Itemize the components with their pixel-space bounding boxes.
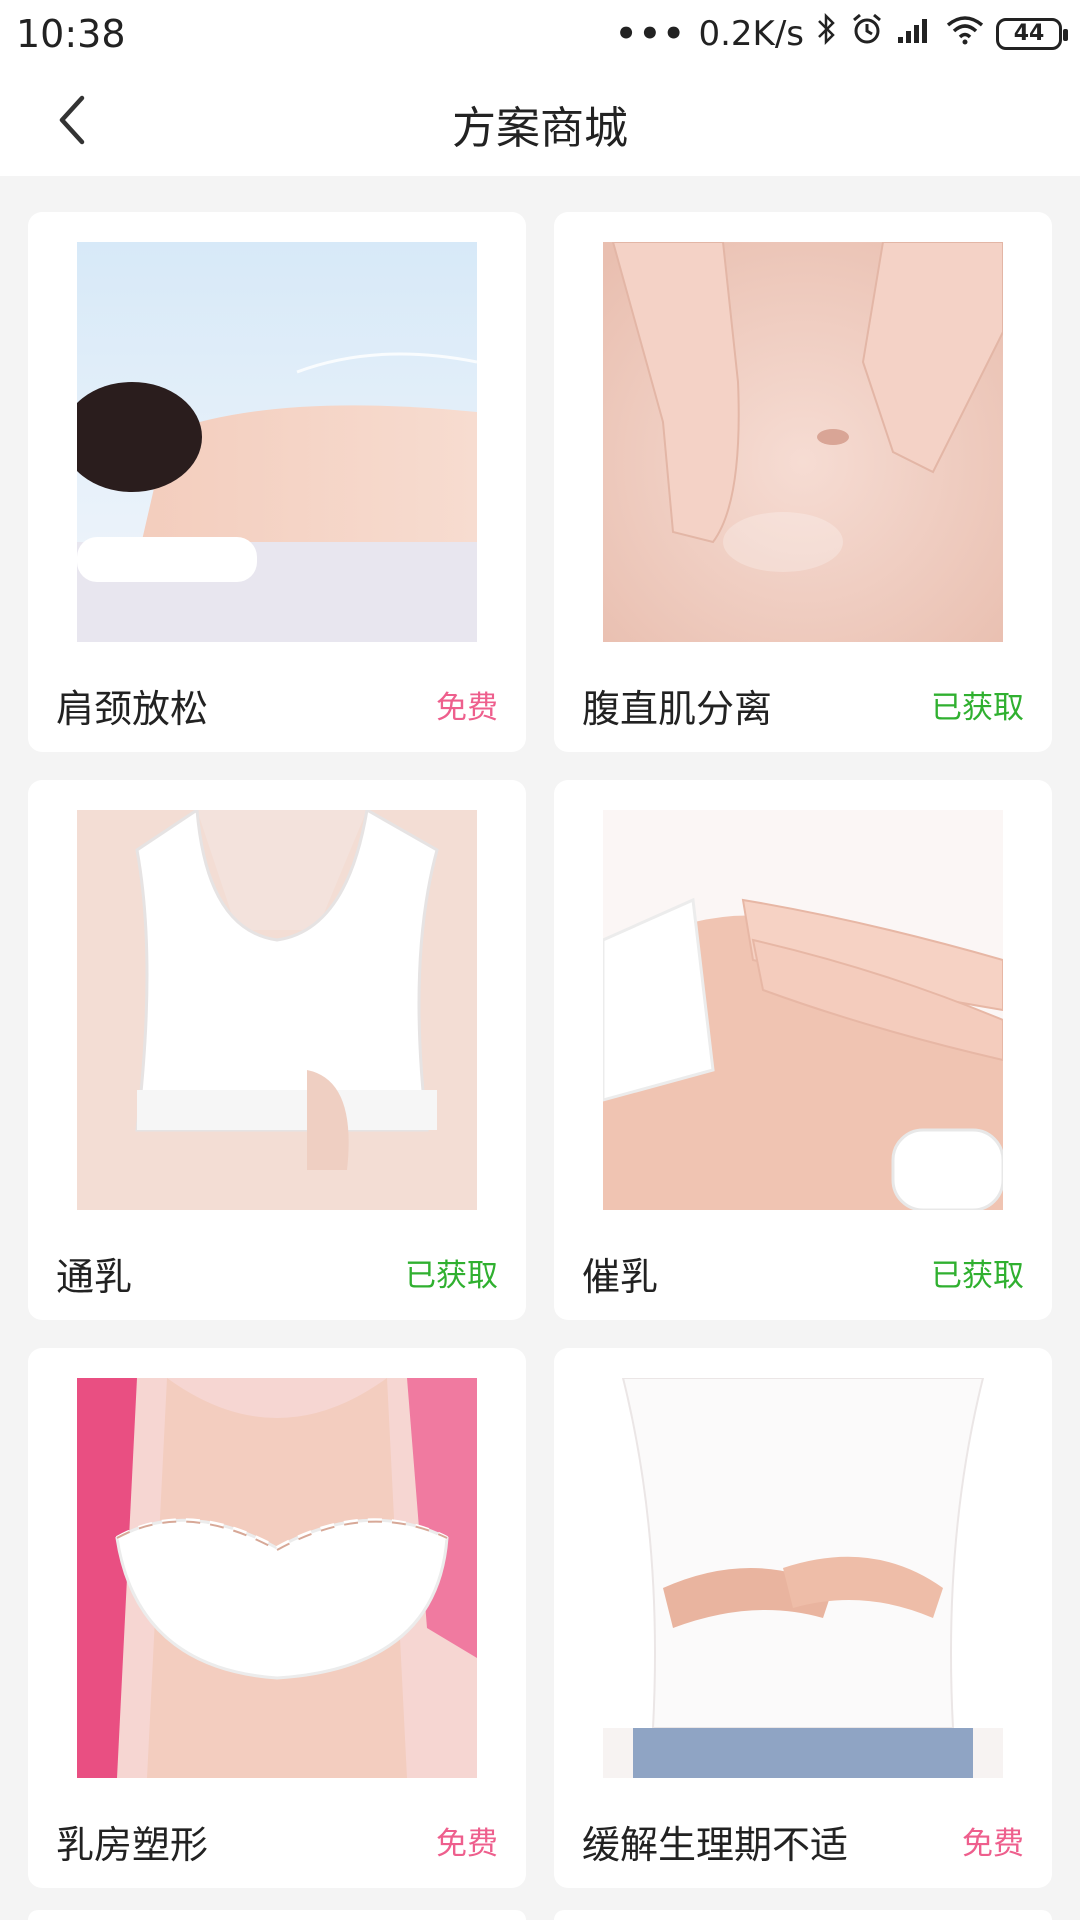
bluetooth-icon	[816, 12, 838, 55]
plan-name: 催乳	[582, 1255, 659, 1299]
status-icons: ••• 0.2K/s 44	[615, 12, 1068, 55]
status-time: 10:38	[16, 12, 126, 56]
network-speed: 0.2K/s	[698, 13, 804, 54]
plan-name: 腹直肌分离	[582, 687, 773, 731]
alarm-icon	[850, 12, 884, 55]
battery-level: 44	[1013, 21, 1045, 46]
plan-badge: 免费	[962, 1826, 1024, 1862]
plan-image-chest-care	[77, 810, 477, 1210]
plan-card[interactable]: 腹直肌分离 已获取	[554, 212, 1052, 752]
status-bar: 10:38 ••• 0.2K/s 44	[0, 0, 1080, 68]
plan-card-peek	[28, 1910, 526, 1920]
plan-card[interactable]: 乳房塑形 免费	[28, 1348, 526, 1888]
plan-badge: 免费	[436, 690, 498, 726]
page-title: 方案商城	[452, 103, 628, 154]
nav-bar: 方案商城	[0, 68, 1080, 176]
plan-image-breast-shaping	[77, 1378, 477, 1778]
next-row-peek	[28, 1910, 1052, 1920]
plan-name: 肩颈放松	[56, 687, 209, 731]
plan-card[interactable]: 肩颈放松 免费	[28, 212, 526, 752]
plan-badge: 免费	[436, 1826, 498, 1862]
plan-badge: 已获取	[405, 1258, 498, 1294]
battery-icon: 44	[996, 17, 1068, 50]
plan-image-period-relief	[603, 1378, 1003, 1778]
signal-icon	[896, 14, 934, 54]
plan-image-shoulder-massage	[77, 242, 477, 642]
wifi-icon	[946, 14, 984, 54]
plan-name: 缓解生理期不适	[582, 1823, 849, 1867]
plan-card[interactable]: 催乳 已获取	[554, 780, 1052, 1320]
plan-card[interactable]: 缓解生理期不适 免费	[554, 1348, 1052, 1888]
plan-badge: 已获取	[931, 1258, 1024, 1294]
plan-name: 通乳	[56, 1255, 133, 1299]
notification-dots: •••	[615, 13, 687, 54]
plan-name: 乳房塑形	[56, 1823, 209, 1867]
plan-image-belly-massage	[603, 810, 1003, 1210]
plan-grid: 肩颈放松 免费 腹直肌分离 已获取 通乳 已获取 催乳 已获取 乳房塑形 免费 …	[28, 212, 1052, 1888]
plan-image-abdomen-massage	[603, 242, 1003, 642]
plan-card-peek	[554, 1910, 1052, 1920]
plan-badge: 已获取	[931, 690, 1024, 726]
plan-card[interactable]: 通乳 已获取	[28, 780, 526, 1320]
